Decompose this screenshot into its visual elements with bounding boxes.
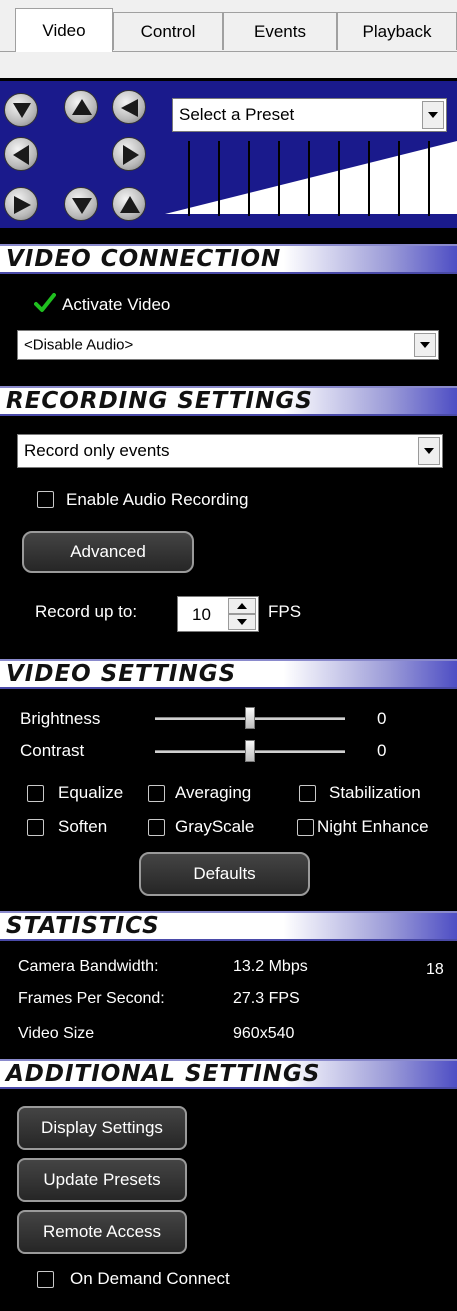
audio-select-value: <Disable Audio> xyxy=(24,336,134,354)
record-up-to-label: Record up to: xyxy=(35,602,138,621)
averaging-checkbox[interactable] xyxy=(148,785,165,802)
audio-select[interactable]: <Disable Audio> xyxy=(17,330,439,360)
soften-label[interactable]: Soften xyxy=(58,817,107,837)
zoom-ramp xyxy=(165,141,457,214)
on-demand-connect-label[interactable]: On Demand Connect xyxy=(70,1269,230,1289)
video-settings-title: VIDEO SETTINGS xyxy=(6,661,237,687)
caret-down-icon xyxy=(237,619,247,625)
enable-audio-recording-label[interactable]: Enable Audio Recording xyxy=(66,490,248,510)
ptz-up-button[interactable] xyxy=(64,90,98,124)
tab-control[interactable]: Control xyxy=(113,12,223,50)
statistics-extra-value: 18 xyxy=(426,961,444,978)
brightness-value: 0 xyxy=(377,709,387,728)
camera-bandwidth-label: Camera Bandwidth: xyxy=(18,958,159,975)
equalize-label[interactable]: Equalize xyxy=(58,783,123,803)
contrast-value: 0 xyxy=(377,741,387,760)
enable-audio-recording-checkbox[interactable] xyxy=(37,491,54,508)
fps-stepper-value: 10 xyxy=(192,605,211,624)
fps-stepper[interactable]: 10 xyxy=(177,596,259,632)
ptz-up-right-button[interactable] xyxy=(112,90,146,124)
frames-per-second-value: 27.3 FPS xyxy=(233,990,300,1007)
preset-select-value: Select a Preset xyxy=(179,105,295,124)
display-settings-button[interactable]: Display Settings xyxy=(17,1106,187,1150)
recording-mode-value: Record only events xyxy=(24,441,170,460)
arrow-down-right-icon xyxy=(120,196,140,213)
grayscale-checkbox[interactable] xyxy=(148,819,165,836)
night-enhance-label[interactable]: Night Enhance xyxy=(317,817,429,837)
fps-up-button[interactable] xyxy=(228,598,256,614)
arrow-up-right-icon xyxy=(121,99,138,117)
statistics-header: STATISTICS xyxy=(0,911,457,941)
additional-settings-header: ADDITIONAL SETTINGS xyxy=(0,1059,457,1089)
arrow-left-icon xyxy=(13,145,29,165)
video-connection-title: VIDEO CONNECTION xyxy=(6,246,282,272)
video-size-value: 960x540 xyxy=(233,1025,295,1042)
brightness-slider-thumb[interactable] xyxy=(245,707,255,729)
stabilization-checkbox[interactable] xyxy=(299,785,316,802)
equalize-checkbox[interactable] xyxy=(27,785,44,802)
video-settings-header: VIDEO SETTINGS xyxy=(0,659,457,689)
arrow-down-icon xyxy=(72,198,92,214)
activate-video-label[interactable]: Activate Video xyxy=(62,295,170,315)
checkmark-icon[interactable] xyxy=(34,293,56,313)
video-connection-header: VIDEO CONNECTION xyxy=(0,244,457,274)
brightness-label: Brightness xyxy=(20,709,101,728)
arrow-right-icon xyxy=(123,145,139,165)
recording-settings-title: RECORDING SETTINGS xyxy=(6,388,313,414)
frames-per-second-label: Frames Per Second: xyxy=(18,990,165,1007)
chevron-down-icon[interactable] xyxy=(414,333,436,357)
camera-bandwidth-value: 13.2 Mbps xyxy=(233,958,308,975)
arrow-down-left-icon xyxy=(14,196,31,214)
remote-access-button[interactable]: Remote Access xyxy=(17,1210,187,1254)
fps-unit-label: FPS xyxy=(268,602,302,621)
defaults-button[interactable]: Defaults xyxy=(139,852,310,896)
on-demand-connect-checkbox[interactable] xyxy=(37,1271,54,1288)
ptz-down-left-button[interactable] xyxy=(4,187,38,221)
arrow-up-left-icon xyxy=(13,103,31,118)
contrast-slider-thumb[interactable] xyxy=(245,740,255,762)
ptz-up-left-button[interactable] xyxy=(4,93,38,127)
zoom-slider[interactable] xyxy=(165,141,457,216)
preset-select[interactable]: Select a Preset xyxy=(172,98,447,132)
soften-checkbox[interactable] xyxy=(27,819,44,836)
update-presets-button[interactable]: Update Presets xyxy=(17,1158,187,1202)
tab-video[interactable]: Video xyxy=(15,8,113,52)
contrast-label: Contrast xyxy=(20,741,85,760)
ptz-down-button[interactable] xyxy=(64,187,98,221)
recording-mode-select[interactable]: Record only events xyxy=(17,434,443,468)
caret-up-icon xyxy=(237,603,247,609)
tab-playback[interactable]: Playback xyxy=(337,12,457,50)
fps-down-button[interactable] xyxy=(228,614,256,630)
tab-bar: Video Control Events Playback xyxy=(0,0,457,78)
ptz-right-button[interactable] xyxy=(112,137,146,171)
tab-events[interactable]: Events xyxy=(223,12,337,50)
advanced-button[interactable]: Advanced xyxy=(22,531,194,573)
grayscale-label[interactable]: GrayScale xyxy=(175,817,254,837)
ptz-left-button[interactable] xyxy=(4,137,38,171)
night-enhance-checkbox[interactable] xyxy=(297,819,314,836)
stabilization-label[interactable]: Stabilization xyxy=(329,783,421,803)
averaging-label[interactable]: Averaging xyxy=(175,783,251,803)
ptz-panel: Select a Preset xyxy=(0,78,457,230)
video-size-label: Video Size xyxy=(18,1025,95,1042)
recording-settings-header: RECORDING SETTINGS xyxy=(0,386,457,416)
additional-settings-title: ADDITIONAL SETTINGS xyxy=(6,1061,321,1087)
statistics-title: STATISTICS xyxy=(6,913,160,939)
chevron-down-icon[interactable] xyxy=(418,437,440,465)
arrow-up-icon xyxy=(72,99,92,115)
chevron-down-icon[interactable] xyxy=(422,101,444,129)
ptz-down-right-button[interactable] xyxy=(112,187,146,221)
